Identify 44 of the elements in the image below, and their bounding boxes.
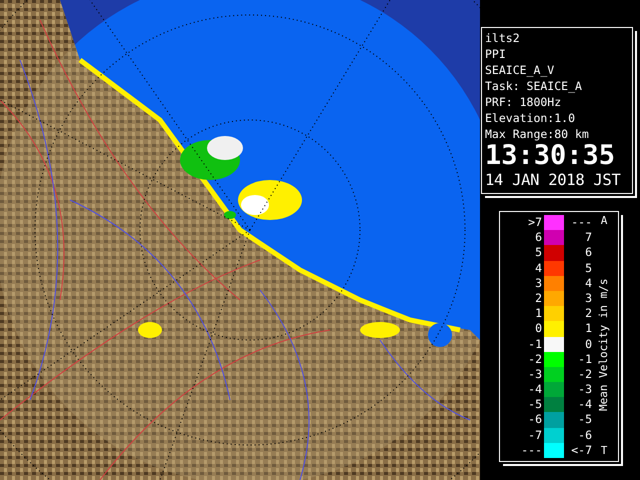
legend-label: ---: [520, 442, 542, 458]
legend-label: -4: [577, 397, 592, 412]
legend-label: -6: [527, 412, 542, 428]
info-line: PRF: 1800Hz: [485, 94, 562, 110]
info-line: ilts2: [485, 30, 521, 46]
legend-mark: A: [600, 215, 608, 227]
time-readout: 13:30:35: [485, 142, 616, 170]
legend-label: 0: [584, 336, 592, 352]
legend-label: 6: [584, 245, 592, 260]
legend-label: 2: [534, 290, 542, 306]
legend-label: 3: [534, 276, 542, 291]
legend-label: 4: [584, 276, 592, 291]
legend-label: 5: [534, 245, 542, 260]
legend-label: >7: [527, 215, 542, 230]
legend-label: <-7: [570, 442, 592, 458]
legend-label: -1: [577, 352, 592, 367]
legend-label: 2: [584, 306, 592, 322]
legend-label: 1: [584, 321, 592, 336]
legend-label: 7: [584, 230, 592, 246]
legend-label: -3: [577, 382, 592, 398]
info-line: Elevation:1.0: [485, 110, 576, 126]
legend-label: -3: [527, 366, 542, 382]
legend-label: -2: [577, 366, 592, 382]
info-line: PPI: [485, 46, 507, 62]
legend-label: 0: [534, 321, 542, 336]
legend-label: -5: [577, 412, 592, 428]
legend-mark: T: [600, 445, 608, 457]
legend-label: 5: [584, 260, 592, 276]
legend-label: -4: [527, 382, 542, 398]
info-line: SEAICE_A_V: [485, 62, 556, 78]
date-readout: 14 JAN 2018 JST: [485, 170, 622, 191]
legend-label: -7: [527, 428, 542, 443]
info-line: Task: SEAICE_A: [485, 78, 583, 94]
legend-label: ---: [570, 215, 592, 230]
info-line: Max Range:80 km: [485, 126, 590, 142]
legend-label: -1: [527, 336, 542, 352]
legend-label: -5: [527, 397, 542, 412]
legend-title: Mean Velocity in m/s: [598, 278, 610, 411]
legend-label: 1: [534, 306, 542, 322]
legend-label: 3: [584, 290, 592, 306]
legend-label: 6: [534, 230, 542, 246]
legend-label: 4: [534, 260, 542, 276]
legend-label: -2: [527, 352, 542, 367]
legend-label: -6: [577, 428, 592, 443]
